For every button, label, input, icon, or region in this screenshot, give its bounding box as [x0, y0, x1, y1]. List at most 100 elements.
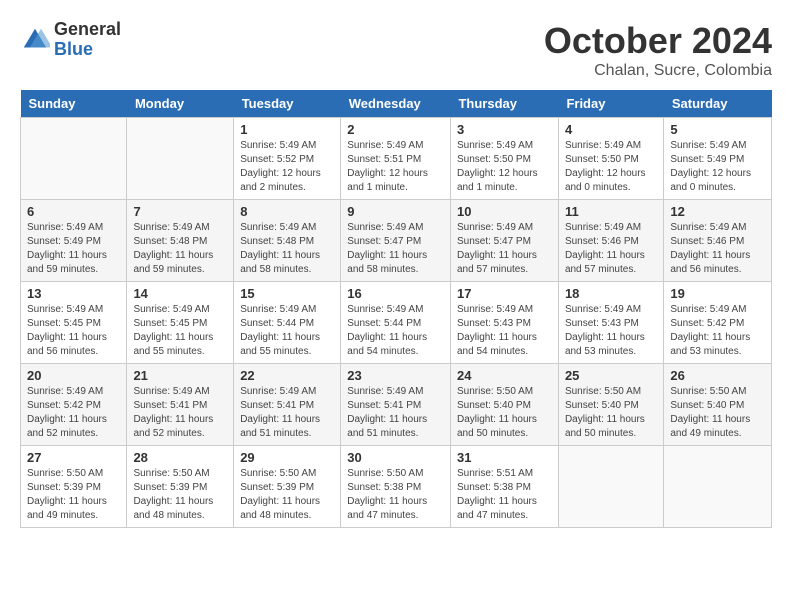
logo-icon — [20, 25, 50, 55]
day-number: 13 — [27, 286, 120, 301]
day-number: 18 — [565, 286, 657, 301]
day-number: 12 — [670, 204, 765, 219]
calendar-cell: 13 Sunrise: 5:49 AMSunset: 5:45 PMDayligh… — [21, 282, 127, 364]
calendar-cell: 29 Sunrise: 5:50 AMSunset: 5:39 PMDayligh… — [234, 446, 341, 528]
calendar-cell: 24 Sunrise: 5:50 AMSunset: 5:40 PMDayligh… — [450, 364, 558, 446]
day-detail: Sunrise: 5:49 AMSunset: 5:50 PMDaylight:… — [565, 139, 657, 195]
day-detail: Sunrise: 5:50 AMSunset: 5:40 PMDaylight:… — [565, 385, 657, 441]
calendar-cell: 26Sunrise: 5:50 AMSunset: 5:40 PMDayligh… — [664, 364, 772, 446]
day-detail: Sunrise: 5:49 AMSunset: 5:51 PMDaylight:… — [347, 139, 444, 195]
day-number: 30 — [347, 450, 444, 465]
title-block: October 2024 Chalan, Sucre, Colombia — [544, 20, 772, 80]
day-number: 11 — [565, 204, 657, 219]
calendar-cell: 21Sunrise: 5:49 AMSunset: 5:41 PMDayligh… — [127, 364, 234, 446]
location: Chalan, Sucre, Colombia — [544, 62, 772, 80]
calendar-cell: 22 Sunrise: 5:49 AMSunset: 5:41 PMDayligh… — [234, 364, 341, 446]
day-detail: Sunrise: 5:49 AMSunset: 5:41 PMDaylight:… — [240, 385, 334, 441]
day-number: 29 — [240, 450, 334, 465]
day-detail: Sunrise: 5:50 AMSunset: 5:39 PMDaylight:… — [240, 467, 334, 523]
calendar-cell: 11 Sunrise: 5:49 AMSunset: 5:46 PMDayligh… — [558, 200, 663, 282]
day-number: 16 — [347, 286, 444, 301]
day-detail: Sunrise: 5:50 AMSunset: 5:40 PMDaylight:… — [670, 385, 765, 441]
calendar-cell: 8 Sunrise: 5:49 AMSunset: 5:48 PMDaylight… — [234, 200, 341, 282]
day-of-week-header: Wednesday — [341, 90, 451, 118]
day-detail: Sunrise: 5:49 AMSunset: 5:48 PMDaylight:… — [240, 221, 334, 277]
logo-text: General Blue — [54, 20, 121, 60]
day-number: 28 — [133, 450, 227, 465]
calendar-cell — [127, 118, 234, 200]
day-number: 10 — [457, 204, 552, 219]
day-detail: Sunrise: 5:49 AMSunset: 5:50 PMDaylight:… — [457, 139, 552, 195]
day-number: 2 — [347, 122, 444, 137]
day-of-week-header: Thursday — [450, 90, 558, 118]
calendar-cell: 7 Sunrise: 5:49 AMSunset: 5:48 PMDaylight… — [127, 200, 234, 282]
day-number: 23 — [347, 368, 444, 383]
day-detail: Sunrise: 5:49 AMSunset: 5:46 PMDaylight:… — [670, 221, 765, 277]
day-detail: Sunrise: 5:49 AMSunset: 5:42 PMDaylight:… — [670, 303, 765, 359]
day-detail: Sunrise: 5:51 AMSunset: 5:38 PMDaylight:… — [457, 467, 552, 523]
calendar-week-row: 27 Sunrise: 5:50 AMSunset: 5:39 PMDayligh… — [21, 446, 772, 528]
day-detail: Sunrise: 5:49 AMSunset: 5:48 PMDaylight:… — [133, 221, 227, 277]
day-number: 20 — [27, 368, 120, 383]
day-detail: Sunrise: 5:49 AMSunset: 5:45 PMDaylight:… — [27, 303, 120, 359]
day-number: 8 — [240, 204, 334, 219]
calendar-week-row: 1 Sunrise: 5:49 AMSunset: 5:52 PMDaylight… — [21, 118, 772, 200]
day-number: 31 — [457, 450, 552, 465]
day-detail: Sunrise: 5:49 AMSunset: 5:52 PMDaylight:… — [240, 139, 334, 195]
calendar-cell: 25 Sunrise: 5:50 AMSunset: 5:40 PMDayligh… — [558, 364, 663, 446]
calendar-header-row: SundayMondayTuesdayWednesdayThursdayFrid… — [21, 90, 772, 118]
calendar-cell: 27 Sunrise: 5:50 AMSunset: 5:39 PMDayligh… — [21, 446, 127, 528]
logo-general: General — [54, 20, 121, 40]
calendar-cell: 20 Sunrise: 5:49 AMSunset: 5:42 PMDayligh… — [21, 364, 127, 446]
day-number: 7 — [133, 204, 227, 219]
day-detail: Sunrise: 5:49 AMSunset: 5:49 PMDaylight:… — [670, 139, 765, 195]
day-number: 9 — [347, 204, 444, 219]
calendar-week-row: 20 Sunrise: 5:49 AMSunset: 5:42 PMDayligh… — [21, 364, 772, 446]
calendar-cell: 9 Sunrise: 5:49 AMSunset: 5:47 PMDaylight… — [341, 200, 451, 282]
logo: General Blue — [20, 20, 121, 60]
calendar-cell: 10Sunrise: 5:49 AMSunset: 5:47 PMDayligh… — [450, 200, 558, 282]
calendar-cell: 30 Sunrise: 5:50 AMSunset: 5:38 PMDayligh… — [341, 446, 451, 528]
day-detail: Sunrise: 5:49 AMSunset: 5:41 PMDaylight:… — [347, 385, 444, 441]
day-detail: Sunrise: 5:50 AMSunset: 5:38 PMDaylight:… — [347, 467, 444, 523]
day-detail: Sunrise: 5:50 AMSunset: 5:40 PMDaylight:… — [457, 385, 552, 441]
month-title: October 2024 — [544, 20, 772, 62]
calendar-cell: 23 Sunrise: 5:49 AMSunset: 5:41 PMDayligh… — [341, 364, 451, 446]
day-detail: Sunrise: 5:49 AMSunset: 5:46 PMDaylight:… — [565, 221, 657, 277]
day-number: 19 — [670, 286, 765, 301]
calendar-cell: 28Sunrise: 5:50 AMSunset: 5:39 PMDayligh… — [127, 446, 234, 528]
day-number: 1 — [240, 122, 334, 137]
calendar-cell: 4 Sunrise: 5:49 AMSunset: 5:50 PMDaylight… — [558, 118, 663, 200]
day-of-week-header: Friday — [558, 90, 663, 118]
day-of-week-header: Monday — [127, 90, 234, 118]
page-header: General Blue October 2024 Chalan, Sucre,… — [20, 20, 772, 80]
calendar-cell: 19 Sunrise: 5:49 AMSunset: 5:42 PMDayligh… — [664, 282, 772, 364]
logo-blue: Blue — [54, 40, 121, 60]
day-number: 25 — [565, 368, 657, 383]
day-detail: Sunrise: 5:49 AMSunset: 5:45 PMDaylight:… — [133, 303, 227, 359]
day-of-week-header: Sunday — [21, 90, 127, 118]
calendar-week-row: 13 Sunrise: 5:49 AMSunset: 5:45 PMDayligh… — [21, 282, 772, 364]
day-number: 14 — [133, 286, 227, 301]
day-number: 4 — [565, 122, 657, 137]
day-number: 17 — [457, 286, 552, 301]
day-of-week-header: Saturday — [664, 90, 772, 118]
calendar-cell — [21, 118, 127, 200]
calendar-cell: 5Sunrise: 5:49 AMSunset: 5:49 PMDaylight… — [664, 118, 772, 200]
day-detail: Sunrise: 5:49 AMSunset: 5:43 PMDaylight:… — [565, 303, 657, 359]
day-number: 3 — [457, 122, 552, 137]
day-detail: Sunrise: 5:50 AMSunset: 5:39 PMDaylight:… — [27, 467, 120, 523]
day-detail: Sunrise: 5:49 AMSunset: 5:42 PMDaylight:… — [27, 385, 120, 441]
day-detail: Sunrise: 5:49 AMSunset: 5:44 PMDaylight:… — [347, 303, 444, 359]
day-number: 24 — [457, 368, 552, 383]
calendar-cell: 16 Sunrise: 5:49 AMSunset: 5:44 PMDayligh… — [341, 282, 451, 364]
calendar-cell — [558, 446, 663, 528]
day-detail: Sunrise: 5:49 AMSunset: 5:47 PMDaylight:… — [347, 221, 444, 277]
day-detail: Sunrise: 5:49 AMSunset: 5:49 PMDaylight:… — [27, 221, 120, 277]
day-number: 27 — [27, 450, 120, 465]
day-number: 15 — [240, 286, 334, 301]
calendar-cell: 12 Sunrise: 5:49 AMSunset: 5:46 PMDayligh… — [664, 200, 772, 282]
day-number: 22 — [240, 368, 334, 383]
day-detail: Sunrise: 5:49 AMSunset: 5:41 PMDaylight:… — [133, 385, 227, 441]
calendar-cell: 17Sunrise: 5:49 AMSunset: 5:43 PMDayligh… — [450, 282, 558, 364]
